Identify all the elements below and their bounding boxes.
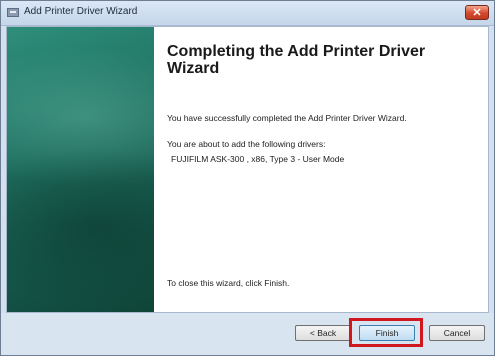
back-button[interactable]: < Back: [295, 325, 351, 341]
close-hint: To close this wizard, click Finish.: [167, 278, 290, 288]
page-title: Completing the Add Printer Driver Wizard: [167, 43, 426, 77]
success-text: You have successfully completed the Add …: [167, 113, 407, 123]
driver-entry: FUJIFILM ASK-300 , x86, Type 3 - User Mo…: [171, 154, 345, 164]
wizard-content: Completing the Add Printer Driver Wizard…: [167, 27, 480, 312]
cancel-button[interactable]: Cancel: [429, 325, 485, 341]
window-title: Add Printer Driver Wizard: [24, 6, 138, 17]
printer-icon: [7, 8, 19, 17]
close-button[interactable]: ✕: [465, 5, 489, 20]
finish-button[interactable]: Finish: [359, 325, 415, 341]
wizard-window: Add Printer Driver Wizard ✕ Completing t…: [0, 0, 495, 356]
title-bar: Add Printer Driver Wizard ✕: [1, 1, 494, 26]
wizard-banner-image: [7, 27, 154, 312]
about-text: You are about to add the following drive…: [167, 139, 326, 149]
wizard-body: Completing the Add Printer Driver Wizard…: [6, 26, 489, 313]
button-bar: < Back Finish Cancel: [1, 313, 494, 355]
